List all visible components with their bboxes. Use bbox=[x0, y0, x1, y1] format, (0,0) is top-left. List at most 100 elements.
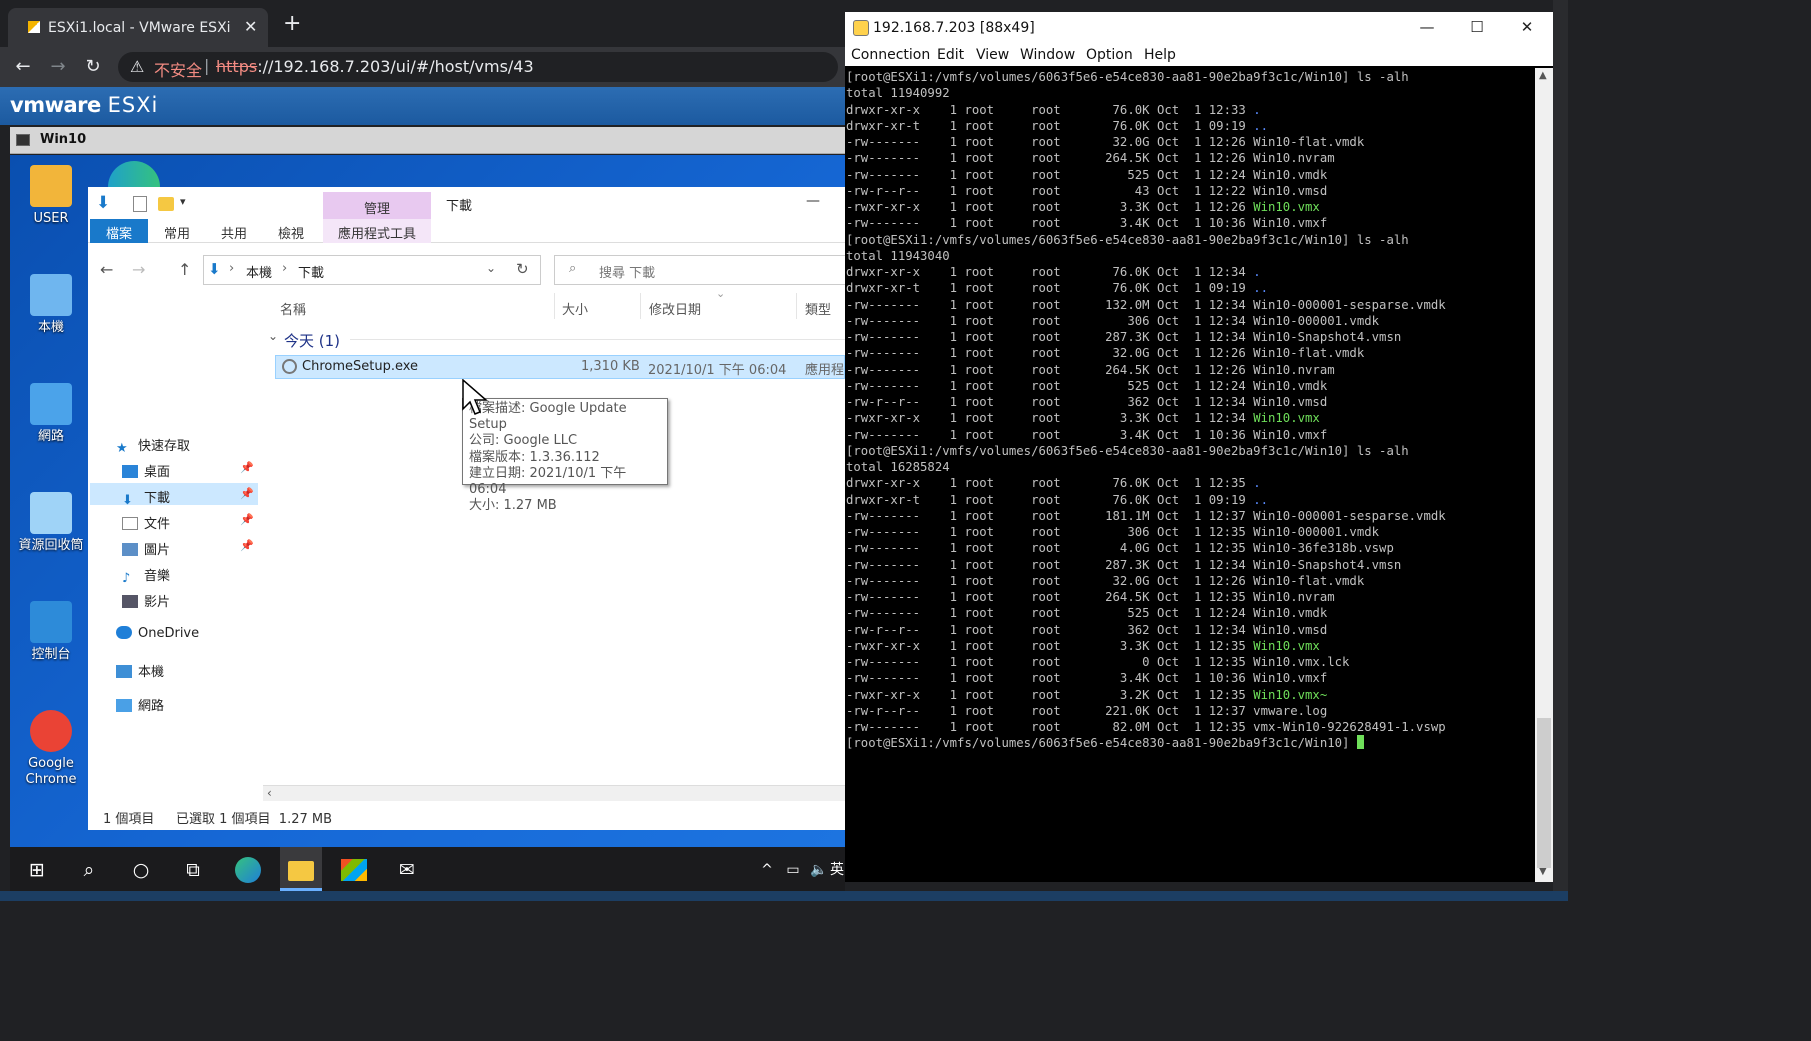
file-explorer-taskbar-icon[interactable] bbox=[288, 861, 314, 881]
explorer-window-title: 下載 bbox=[446, 199, 473, 214]
back-arrow-icon[interactable]: ← bbox=[12, 56, 34, 77]
desktop-icon[interactable]: 網路 bbox=[12, 383, 90, 445]
context-tab-manage[interactable]: 管理 bbox=[323, 192, 431, 219]
nav-network[interactable]: 網路 bbox=[116, 695, 164, 714]
terminal-segment: -rwxr-xr-x 1 root root 3.3K Oct 1 12:34 bbox=[846, 411, 1254, 426]
forward-arrow-icon[interactable]: → bbox=[132, 260, 145, 279]
input-language-indicator[interactable]: 英 bbox=[830, 857, 844, 883]
network-tray-icon[interactable]: ▭ bbox=[780, 857, 806, 883]
close-button[interactable]: ✕ bbox=[1512, 18, 1542, 36]
tab-view[interactable]: 檢視 bbox=[278, 223, 304, 242]
group-header-today[interactable]: 今天 (1) bbox=[284, 330, 340, 351]
column-modified[interactable]: 修改日期 bbox=[649, 299, 701, 318]
tab-close-icon[interactable]: ✕ bbox=[244, 17, 257, 36]
group-divider bbox=[350, 339, 845, 340]
search-icon[interactable]: ⌕ bbox=[76, 857, 102, 883]
properties-icon[interactable] bbox=[133, 196, 147, 212]
cortana-circle-icon[interactable]: ○ bbox=[128, 857, 154, 883]
volume-muted-icon[interactable]: 🔈 bbox=[806, 857, 832, 883]
refresh-icon[interactable]: ↻ bbox=[516, 260, 529, 278]
terminal-line: drwxr-xr-x 1 root root 76.0K Oct 1 12:35… bbox=[846, 475, 1535, 491]
desktop-icon[interactable]: 本機 bbox=[12, 274, 90, 336]
scrollbar-thumb[interactable] bbox=[1537, 718, 1551, 868]
column-type[interactable]: 類型 bbox=[805, 299, 831, 318]
desktop-icon[interactable]: 控制台 bbox=[12, 601, 90, 663]
url-text[interactable]: https://192.168.7.203/ui/#/host/vms/43 bbox=[216, 57, 534, 76]
desktop-item-icon bbox=[30, 710, 72, 752]
task-view-icon[interactable]: ⧉ bbox=[180, 857, 206, 883]
menu-window[interactable]: Window bbox=[1020, 47, 1075, 63]
column-name[interactable]: 名稱 bbox=[280, 299, 306, 318]
mail-taskbar-icon[interactable]: ✉ bbox=[394, 857, 420, 883]
terminal-output[interactable]: [root@ESXi1:/vmfs/volumes/6063f5e6-e54ce… bbox=[845, 68, 1535, 882]
reload-icon[interactable]: ↻ bbox=[82, 56, 104, 77]
nav-videos[interactable]: 影片 bbox=[122, 591, 170, 610]
url-scheme: https bbox=[216, 57, 258, 76]
terminal-line: -rw------- 1 root root 287.3K Oct 1 12:3… bbox=[846, 557, 1535, 573]
store-taskbar-icon[interactable] bbox=[341, 859, 367, 881]
tab-file[interactable]: 檔案 bbox=[90, 219, 148, 243]
minimize-button[interactable]: — bbox=[1412, 18, 1442, 36]
nav-documents[interactable]: 文件 bbox=[122, 513, 170, 532]
putty-title: 192.168.7.203 [88x49] bbox=[873, 20, 1035, 36]
maximize-button[interactable]: ☐ bbox=[1462, 18, 1492, 36]
tab-title: ESXi1.local - VMware ESXi bbox=[48, 20, 231, 36]
back-arrow-icon[interactable]: ← bbox=[100, 260, 113, 279]
nav-music[interactable]: ♪ 音樂 bbox=[122, 565, 170, 586]
browser-tab-esxi[interactable]: ESXi1.local - VMware ESXi ✕ bbox=[8, 8, 268, 47]
tooltip-size: 大小: 1.27 MB bbox=[469, 498, 557, 514]
nav-pictures[interactable]: 圖片 bbox=[122, 539, 170, 558]
new-tab-button[interactable]: + bbox=[283, 13, 301, 35]
menu-option[interactable]: Option bbox=[1086, 47, 1133, 63]
menu-connection[interactable]: Connection bbox=[851, 47, 930, 63]
tray-chevron-up-icon[interactable]: ^ bbox=[754, 857, 780, 883]
pin-icon[interactable]: 📌 bbox=[240, 539, 254, 552]
download-arrow-icon[interactable]: ⬇ bbox=[96, 193, 110, 213]
terminal-segment: -rw-r--r-- 1 root root 221.0K Oct 1 12:3… bbox=[846, 703, 1328, 718]
new-folder-icon[interactable] bbox=[158, 197, 174, 211]
horizontal-scrollbar[interactable]: ‹ bbox=[263, 785, 845, 801]
terminal-line: -rw------- 1 root root 0 Oct 1 12:35 Win… bbox=[846, 654, 1535, 670]
desktop-icon[interactable]: USER bbox=[12, 165, 90, 227]
menu-help[interactable]: Help bbox=[1144, 47, 1176, 63]
file-row-chromesetup[interactable]: ChromeSetup.exe 1,310 KB 2021/10/1 下午 06… bbox=[275, 355, 845, 379]
forward-arrow-icon[interactable]: → bbox=[47, 56, 69, 77]
minimize-button[interactable]: — bbox=[806, 193, 820, 209]
edge-desktop-icon[interactable] bbox=[108, 161, 160, 189]
scroll-up-icon[interactable]: ▲ bbox=[1539, 70, 1547, 81]
menu-edit[interactable]: Edit bbox=[937, 47, 964, 63]
pin-icon[interactable]: 📌 bbox=[240, 461, 254, 474]
breadcrumb-this-pc[interactable]: 本機 bbox=[246, 262, 272, 281]
nav-onedrive[interactable]: OneDrive bbox=[116, 626, 199, 641]
breadcrumb-downloads[interactable]: 下載 bbox=[298, 262, 324, 281]
column-size[interactable]: 大小 bbox=[562, 299, 588, 318]
desktop-icon[interactable]: 資源回收筒 bbox=[12, 492, 90, 554]
search-input[interactable]: ⌕ 搜尋 下載 bbox=[554, 255, 854, 285]
tooltip-description: 檔案描述: Google Update Setup bbox=[469, 401, 627, 433]
tab-home[interactable]: 常用 bbox=[164, 223, 190, 242]
address-bar[interactable]: ⚠ 不安全 | https://192.168.7.203/ui/#/host/… bbox=[118, 52, 838, 82]
nav-quick-access[interactable]: ★ 快速存取 bbox=[116, 435, 190, 456]
edge-taskbar-icon[interactable] bbox=[235, 857, 261, 883]
tab-share[interactable]: 共用 bbox=[221, 223, 247, 242]
nav-desktop[interactable]: 桌面 bbox=[122, 461, 170, 480]
scroll-left-icon[interactable]: ‹ bbox=[267, 786, 272, 800]
customize-toolbar-icon[interactable]: ▾ bbox=[180, 195, 186, 208]
insecure-label[interactable]: 不安全 bbox=[154, 57, 202, 81]
group-collapse-chevron-icon[interactable]: ⌄ bbox=[268, 329, 278, 343]
start-windows-icon[interactable]: ⊞ bbox=[24, 857, 50, 883]
menu-view[interactable]: View bbox=[976, 47, 1009, 63]
nav-this-pc[interactable]: 本機 bbox=[116, 661, 164, 680]
desktop-icon[interactable]: Google Chrome bbox=[12, 710, 90, 788]
nav-downloads[interactable]: ⬇ 下載 bbox=[122, 487, 170, 508]
pin-icon[interactable]: 📌 bbox=[240, 487, 254, 500]
terminal-segment: [root@ESXi1:/vmfs/volumes/6063f5e6-e54ce… bbox=[846, 232, 1409, 247]
address-bar[interactable]: ⬇ › 本機 › 下載 ⌄ bbox=[203, 255, 541, 285]
up-arrow-icon[interactable]: ↑ bbox=[178, 260, 191, 279]
terminal-line: drwxr-xr-x 1 root root 76.0K Oct 1 12:34… bbox=[846, 264, 1535, 280]
warning-triangle-icon[interactable]: ⚠ bbox=[130, 57, 144, 76]
tab-application-tools[interactable]: 應用程式工具 bbox=[323, 219, 431, 243]
pin-icon[interactable]: 📌 bbox=[240, 513, 254, 526]
chevron-down-icon[interactable]: ⌄ bbox=[486, 261, 496, 275]
terminal-line: -rw-r--r-- 1 root root 221.0K Oct 1 12:3… bbox=[846, 703, 1535, 719]
